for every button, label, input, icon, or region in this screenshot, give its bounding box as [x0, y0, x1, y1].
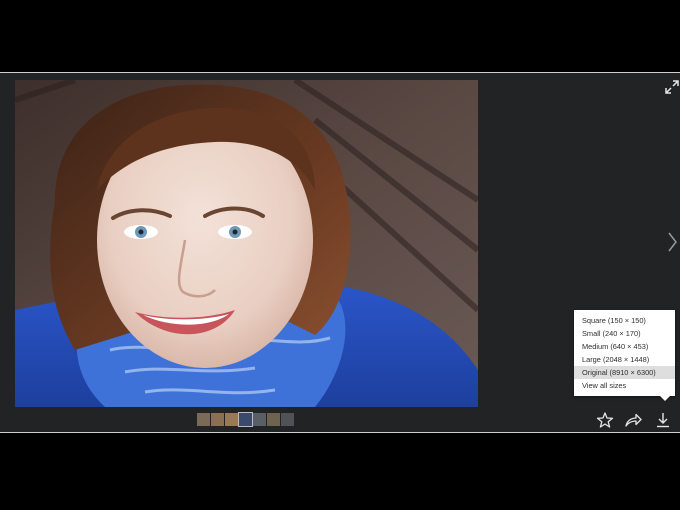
share-icon[interactable] — [624, 411, 642, 429]
bottom-black-band — [0, 433, 680, 510]
photo-viewer: Square (150 × 150) Small (240 × 170) Med… — [0, 72, 680, 433]
thumbnail-filmstrip — [197, 412, 294, 427]
fullscreen-expand-icon[interactable] — [664, 79, 680, 95]
download-size-menu: Square (150 × 150) Small (240 × 170) Med… — [574, 310, 675, 401]
size-option-small[interactable]: Small (240 × 170) — [574, 327, 675, 340]
next-photo-chevron-icon[interactable] — [664, 231, 680, 253]
portrait-image — [15, 80, 478, 407]
filmstrip-thumbnail[interactable] — [267, 413, 280, 426]
filmstrip-thumbnail[interactable] — [225, 413, 238, 426]
size-option-medium[interactable]: Medium (640 × 453) — [574, 340, 675, 353]
main-photo[interactable] — [15, 80, 478, 407]
filmstrip-thumbnail[interactable] — [238, 412, 253, 427]
filmstrip-thumbnail[interactable] — [197, 413, 210, 426]
size-option-square[interactable]: Square (150 × 150) — [574, 314, 675, 327]
favorite-star-icon[interactable] — [596, 411, 614, 429]
view-all-sizes-link[interactable]: View all sizes — [574, 379, 675, 392]
top-black-band — [0, 0, 680, 72]
size-option-large[interactable]: Large (2048 × 1448) — [574, 353, 675, 366]
filmstrip-thumbnail[interactable] — [211, 413, 224, 426]
menu-pointer-caret — [660, 396, 670, 401]
filmstrip-thumbnail[interactable] — [281, 413, 294, 426]
size-option-original[interactable]: Original (8910 × 6300) — [574, 366, 675, 379]
filmstrip-thumbnail[interactable] — [253, 413, 266, 426]
download-icon[interactable] — [654, 411, 672, 429]
